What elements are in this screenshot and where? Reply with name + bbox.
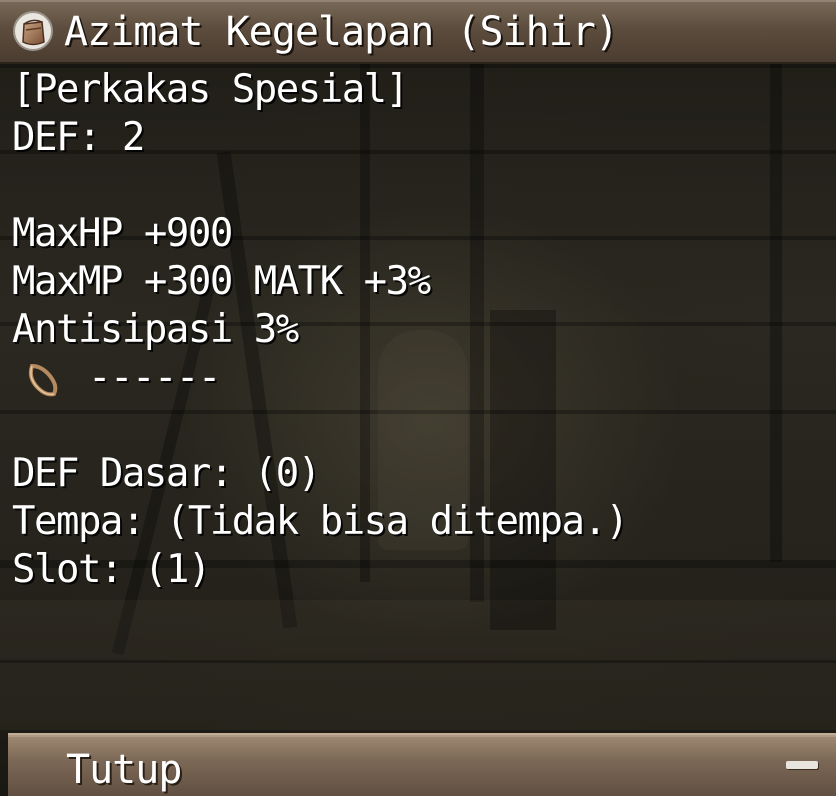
item-category: [Perkakas Spesial]	[12, 67, 409, 112]
item-def: DEF: 2	[12, 115, 145, 160]
slot-count: Slot: (1)	[12, 547, 211, 592]
item-details: [Perkakas Spesial] DEF: 2 MaxHP +900 Max…	[12, 66, 824, 594]
empty-slot-icon	[28, 363, 58, 397]
card-slot-row: ------	[12, 354, 824, 402]
item-info-window: Azimat Kegelapan (Sihir) [Perkakas Spesi…	[0, 0, 836, 796]
stat-line: MaxHP +900	[12, 211, 233, 256]
refine-info: Tempa: (Tidak bisa ditempa.)	[12, 499, 629, 544]
title-bar: Azimat Kegelapan (Sihir)	[0, 0, 836, 64]
slot-empty-text: ------	[88, 355, 221, 400]
stat-line: MaxMP +300 MATK +3%	[12, 259, 431, 304]
base-def: DEF Dasar: (0)	[12, 451, 321, 496]
minus-icon[interactable]	[786, 761, 818, 769]
close-button[interactable]: Tutup	[66, 743, 182, 796]
pouch-icon	[13, 11, 53, 51]
footer-bar: Tutup	[8, 733, 836, 796]
item-title: Azimat Kegelapan (Sihir)	[64, 9, 619, 55]
stat-line: Antisipasi 3%	[12, 307, 299, 352]
